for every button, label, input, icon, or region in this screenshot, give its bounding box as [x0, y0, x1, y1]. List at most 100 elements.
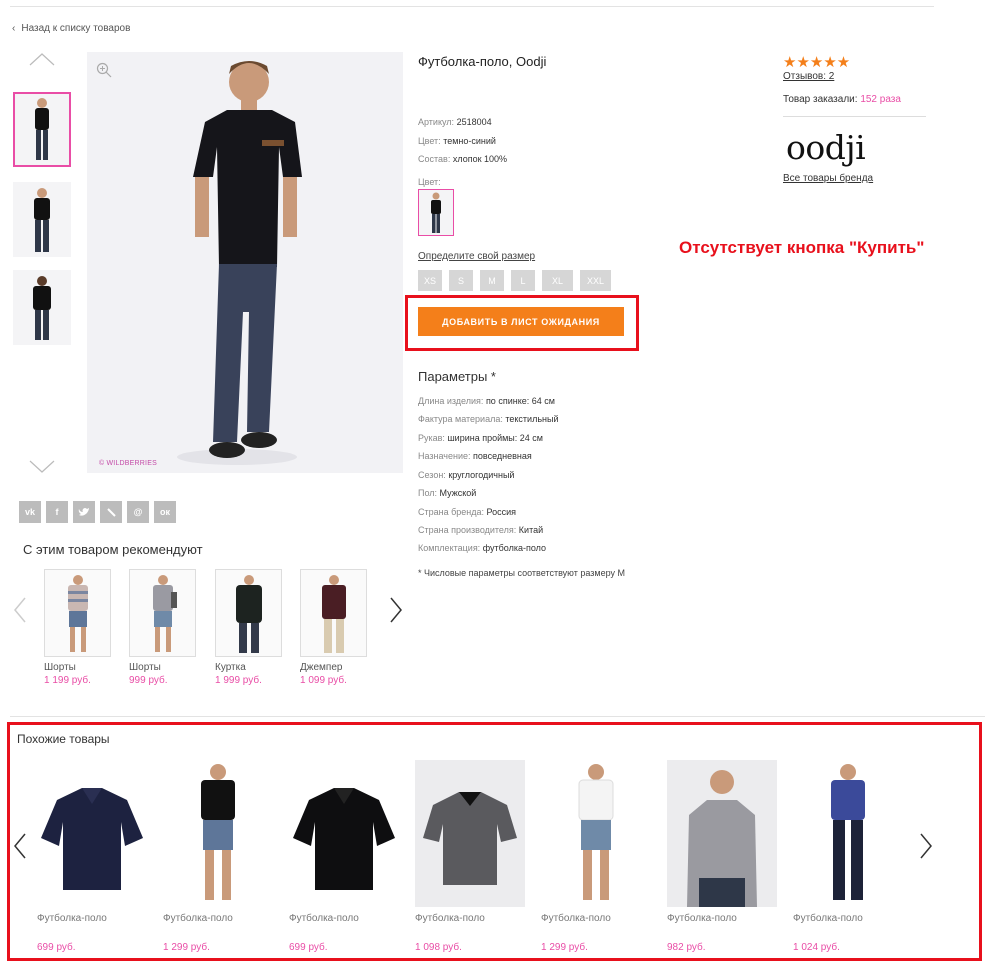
odnoklassniki-icon[interactable]: ок — [154, 501, 176, 523]
recommend-next-arrow-icon[interactable] — [388, 596, 404, 624]
image-watermark: © WILDBERRIES — [99, 460, 157, 467]
prop-color: Цвет: темно-синий — [418, 136, 496, 146]
product-title: Футболка-поло, Oodji — [418, 54, 547, 69]
add-to-waitlist-button[interactable]: ДОБАВИТЬ В ЛИСТ ОЖИДАНИЯ — [418, 307, 624, 336]
gallery-thumbnail-3[interactable] — [13, 270, 71, 345]
similar-item-price: 1 299 руб. — [163, 942, 210, 953]
gallery-thumbnail-1[interactable] — [13, 92, 71, 167]
recommend-prev-arrow-icon[interactable] — [12, 596, 28, 624]
mail-icon[interactable]: @ — [127, 501, 149, 523]
ordered-count: Товар заказали: 152 раза — [783, 94, 901, 105]
param-row: Страна производителя: Китай — [418, 525, 544, 535]
social-share-bar: vk f @ ок — [19, 501, 176, 523]
param-row: Комплектация: футболка-поло — [418, 543, 547, 553]
recommend-item-price: 999 руб. — [129, 675, 168, 686]
param-row: Фактура материала: текстильный — [418, 414, 559, 424]
similar-item-name: Футболка-поло — [37, 913, 107, 924]
similar-title: Похожие товары — [17, 732, 110, 746]
color-swatch[interactable] — [418, 189, 454, 236]
gallery-thumbnail-2[interactable] — [13, 182, 71, 257]
man-side-figure — [34, 188, 50, 252]
similar-image — [415, 760, 525, 907]
color-label: Цвет: — [418, 177, 441, 187]
size-xs[interactable]: XS — [418, 270, 442, 291]
missing-buy-annotation: Отсутствует кнопка "Купить" — [679, 238, 925, 257]
recommend-image — [44, 569, 111, 657]
swatch-figure — [431, 192, 441, 233]
similar-item[interactable]: Футболка-поло 699 руб. — [37, 760, 147, 953]
recommend-item[interactable]: Куртка 1 999 руб. — [215, 569, 282, 686]
recommend-item-price: 1 999 руб. — [215, 675, 262, 686]
recommend-image — [215, 569, 282, 657]
similar-item[interactable]: Футболка-поло 699 руб. — [289, 760, 399, 953]
livejournal-icon[interactable] — [100, 501, 122, 523]
size-s[interactable]: S — [449, 270, 473, 291]
similar-item-name: Футболка-поло — [793, 913, 863, 924]
params-title: Параметры * — [418, 369, 496, 384]
recommend-image — [300, 569, 367, 657]
recommend-image — [129, 569, 196, 657]
facebook-icon[interactable]: f — [46, 501, 68, 523]
prop-article: Артикул: 2518004 — [418, 117, 492, 127]
similar-item[interactable]: Футболка-поло 1 098 руб. — [415, 760, 525, 953]
man-in-polo-figure — [177, 61, 302, 465]
similar-item-name: Футболка-поло — [163, 913, 233, 924]
similar-image — [793, 760, 903, 907]
size-selector: XS S M L XL XXL — [418, 270, 611, 291]
similar-item[interactable]: Футболка-поло 982 руб. — [667, 760, 777, 953]
similar-item-name: Футболка-поло — [415, 913, 485, 924]
similar-item-name: Футболка-поло — [541, 913, 611, 924]
twitter-icon[interactable] — [73, 501, 95, 523]
section-divider — [10, 716, 985, 717]
gallery-down-arrow-icon[interactable] — [27, 458, 57, 476]
back-to-list-link[interactable]: ‹ Назад к списку товаров — [12, 23, 130, 34]
similar-image — [37, 760, 147, 907]
size-xl[interactable]: XL — [542, 270, 573, 291]
param-row: Длина изделия: по спинке: 64 см — [418, 396, 555, 406]
reviews-link[interactable]: Отзывов: 2 — [783, 71, 834, 82]
param-row: Сезон: круглогодичный — [418, 470, 515, 480]
param-row: Страна бренда: Россия — [418, 507, 517, 517]
similar-item[interactable]: Футболка-поло 1 024 руб. — [793, 760, 903, 953]
sidebar-divider — [783, 116, 926, 117]
size-xxl[interactable]: XXL — [580, 270, 611, 291]
similar-image — [289, 760, 399, 907]
similar-item-name: Футболка-поло — [289, 913, 359, 924]
man-front-figure — [35, 98, 49, 160]
recommend-item-name: Куртка — [215, 662, 246, 673]
recommend-item-price: 1 099 руб. — [300, 675, 347, 686]
zoom-icon[interactable] — [96, 62, 112, 78]
recommend-item-name: Джемпер — [300, 662, 343, 673]
similar-item-name: Футболка-поло — [667, 913, 737, 924]
size-m[interactable]: M — [480, 270, 504, 291]
similar-next-arrow-icon[interactable] — [918, 832, 934, 860]
gallery-up-arrow-icon[interactable] — [27, 50, 57, 68]
recommend-item[interactable]: Шорты 999 руб. — [129, 569, 196, 686]
recommend-item-price: 1 199 руб. — [44, 675, 91, 686]
vk-icon[interactable]: vk — [19, 501, 41, 523]
chevron-left-icon: ‹ — [12, 23, 16, 34]
size-l[interactable]: L — [511, 270, 535, 291]
similar-item-price: 699 руб. — [37, 942, 76, 953]
size-guide-link[interactable]: Определите свой размер — [418, 251, 535, 262]
recommend-item-name: Шорты — [129, 662, 161, 673]
top-divider — [10, 6, 934, 7]
brand-products-link[interactable]: Все товары бренда — [783, 173, 873, 184]
back-label: Назад к списку товаров — [21, 23, 131, 34]
rating-stars: ★★★★★ — [783, 54, 851, 71]
similar-item[interactable]: Футболка-поло 1 299 руб. — [541, 760, 651, 953]
similar-item[interactable]: Футболка-поло 1 299 руб. — [163, 760, 273, 953]
similar-prev-arrow-icon[interactable] — [12, 832, 28, 860]
main-product-image[interactable] — [87, 52, 403, 473]
brand-logo[interactable]: oodji — [786, 128, 866, 167]
recommend-item[interactable]: Джемпер 1 099 руб. — [300, 569, 367, 686]
param-row: Назначение: повседневная — [418, 451, 532, 461]
man-back-figure — [33, 276, 51, 340]
recommend-item[interactable]: Шорты 1 199 руб. — [44, 569, 111, 686]
recommend-title: С этим товаром рекомендуют — [23, 542, 203, 557]
params-footnote: * Числовые параметры соответствуют разме… — [418, 568, 625, 578]
similar-item-price: 1 299 руб. — [541, 942, 588, 953]
prop-composition: Состав: хлопок 100% — [418, 154, 508, 164]
similar-item-price: 1 098 руб. — [415, 942, 462, 953]
similar-image — [163, 760, 273, 907]
